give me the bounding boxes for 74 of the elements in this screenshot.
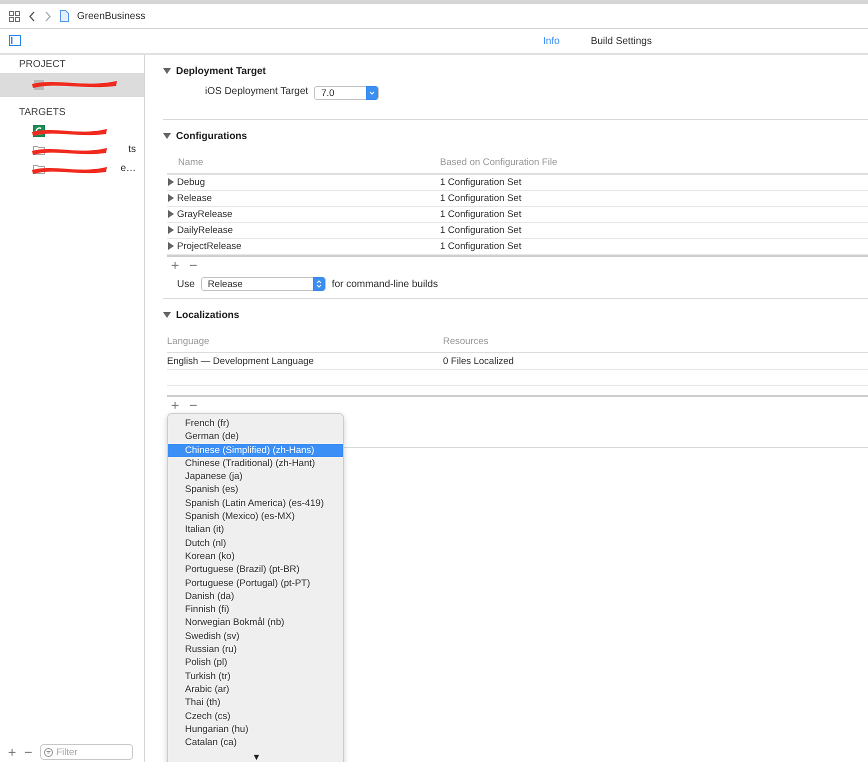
menu-item[interactable]: Turkish (tr) bbox=[168, 670, 343, 683]
section-title: Configurations bbox=[176, 130, 248, 142]
sidebar-item[interactable] bbox=[0, 73, 144, 97]
menu-item[interactable]: Chinese (Traditional) (zh-Hant) bbox=[168, 456, 343, 470]
language-name: English — Development Language bbox=[167, 356, 315, 366]
column-header: Based on Configuration File bbox=[440, 156, 558, 168]
breadcrumb-file-name[interactable]: GreenBusiness bbox=[77, 10, 146, 22]
menu-item[interactable]: Italian (it) bbox=[168, 523, 343, 537]
menu-item[interactable]: Swedish (sv) bbox=[168, 630, 343, 644]
sidebar-section-title: PROJECT bbox=[18, 58, 67, 72]
menu-item[interactable]: Japanese (ja) bbox=[168, 470, 343, 484]
configuration-file: 1 Configuration Set bbox=[440, 225, 522, 236]
disclosure-triangle-icon[interactable] bbox=[163, 67, 171, 75]
filter-icon bbox=[44, 748, 54, 756]
sidebar-item[interactable]: ts bbox=[0, 140, 144, 159]
menu-item[interactable]: Portuguese (Portugal) (pt-PT) bbox=[168, 576, 343, 590]
configuration-file: 1 Configuration Set bbox=[440, 177, 522, 188]
column-header: Name bbox=[177, 156, 204, 168]
menu-item[interactable]: French (fr) bbox=[168, 417, 343, 430]
column-header: Resources bbox=[443, 336, 490, 346]
section-title: Deployment Target bbox=[176, 66, 266, 76]
popup-arrows-icon bbox=[366, 86, 378, 100]
add-button[interactable]: + bbox=[171, 258, 180, 272]
sidebar-toggle-icon[interactable] bbox=[9, 35, 21, 46]
menu-item[interactable]: Norwegian Bokmål (nb) bbox=[168, 616, 343, 630]
sidebar-item-label: ts bbox=[128, 144, 137, 155]
deployment-target-popup[interactable]: 7.0 bbox=[314, 86, 380, 100]
menu-item[interactable]: Spanish (es) bbox=[168, 483, 343, 497]
resources-count: 0 Files Localized bbox=[443, 356, 515, 366]
configuration-name[interactable]: Release bbox=[167, 193, 440, 204]
menu-item[interactable]: Hungarian (hu) bbox=[168, 722, 343, 736]
configuration-file: 1 Configuration Set bbox=[440, 209, 522, 220]
tab[interactable]: Build Settings bbox=[590, 36, 652, 46]
configuration-name[interactable]: GrayRelease bbox=[167, 209, 440, 220]
menu-item[interactable]: Danish (da) bbox=[168, 590, 343, 604]
popup-arrows-icon bbox=[312, 277, 325, 291]
sidebar-item-label: e… bbox=[120, 163, 137, 174]
configuration-name[interactable]: Debug bbox=[167, 177, 440, 188]
configuration-name[interactable]: DailyRelease bbox=[167, 225, 440, 236]
menu-item[interactable]: Catalan (ca) bbox=[168, 736, 343, 750]
menu-item[interactable]: Russian (ru) bbox=[168, 643, 343, 656]
remove-button[interactable]: − bbox=[24, 745, 32, 759]
sidebar-section-title: TARGETS bbox=[18, 106, 66, 120]
section-title: Localizations bbox=[176, 310, 240, 320]
menu-item[interactable]: Portuguese (Brazil) (pt-BR) bbox=[168, 563, 343, 577]
configuration-name[interactable]: ProjectRelease bbox=[167, 241, 440, 252]
menu-item[interactable]: German (de) bbox=[168, 430, 343, 444]
sidebar-item[interactable]: e… bbox=[0, 159, 144, 178]
menu-item[interactable]: Polish (pl) bbox=[168, 656, 343, 670]
disclosure-triangle-icon[interactable] bbox=[163, 311, 171, 319]
menu-item[interactable]: Spanish (Latin America) (es-419) bbox=[168, 496, 343, 510]
remove-button[interactable]: − bbox=[189, 398, 198, 412]
menu-item[interactable]: Arabic (ar) bbox=[168, 682, 343, 696]
menu-item[interactable]: Korean (ko) bbox=[168, 550, 343, 564]
disclosure-triangle-icon[interactable] bbox=[163, 132, 171, 140]
field-label: iOS Deployment Target bbox=[205, 86, 308, 97]
field-label: Use bbox=[177, 278, 195, 290]
menu-item[interactable]: Thai (th) bbox=[168, 696, 343, 710]
back-icon[interactable] bbox=[28, 10, 36, 22]
menu-item[interactable]: Czech (cs) bbox=[168, 710, 343, 723]
menu-item[interactable]: Finnish (fi) bbox=[168, 603, 343, 616]
field-label: for command-line builds bbox=[332, 278, 438, 290]
grid-icon[interactable] bbox=[9, 10, 20, 22]
build-configuration-popup[interactable]: Release bbox=[200, 277, 326, 291]
configuration-file: 1 Configuration Set bbox=[440, 193, 522, 204]
menu-item[interactable]: Dutch (nl) bbox=[168, 536, 343, 550]
add-button[interactable]: + bbox=[8, 745, 16, 759]
column-header: Language bbox=[167, 336, 210, 346]
add-button[interactable]: + bbox=[171, 398, 180, 412]
scroll-arrow[interactable]: ▼ bbox=[252, 752, 261, 762]
project-file-icon bbox=[60, 10, 69, 22]
remove-button[interactable]: − bbox=[189, 258, 198, 272]
configuration-file: 1 Configuration Set bbox=[440, 241, 522, 252]
menu-item[interactable]: Spanish (Mexico) (es-MX) bbox=[168, 510, 343, 524]
